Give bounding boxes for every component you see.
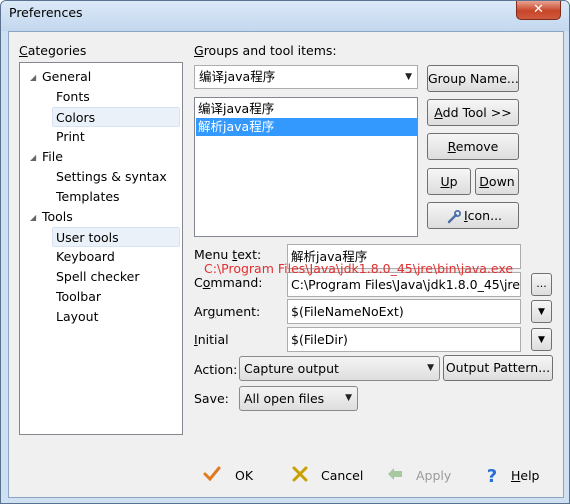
chevron-down-icon: ▼ <box>405 72 412 82</box>
group-select-value: 编译java程序 <box>199 69 276 84</box>
menu-text-label: Menu text: <box>194 247 262 262</box>
up-button[interactable]: Up <box>427 168 471 195</box>
tree-item-general[interactable]: ◢ General <box>30 67 91 87</box>
down-button[interactable]: Down <box>475 168 519 195</box>
arrow-left-icon <box>382 464 408 490</box>
tree-item-layout[interactable]: Layout <box>56 307 99 327</box>
tree-item-templates[interactable]: Templates <box>56 187 120 207</box>
save-select-value: All open files <box>244 391 325 406</box>
cancel-button[interactable]: Cancel <box>287 463 363 489</box>
action-label: Action: <box>194 362 238 377</box>
group-select[interactable]: 编译java程序 ▼ <box>194 65 418 89</box>
initial-menu-button[interactable]: ▼ <box>531 328 552 351</box>
help-question-icon: ? <box>486 465 498 487</box>
tree-item-spell-checker[interactable]: Spell checker <box>56 267 139 287</box>
tool-items-list[interactable]: 编译java程序 解析java程序 <box>194 97 418 237</box>
initial-label: Initial <box>194 332 229 347</box>
close-button[interactable]: ✕ <box>516 1 561 20</box>
tree-item-keyboard[interactable]: Keyboard <box>56 247 115 267</box>
add-tool-button[interactable]: Add Tool >> <box>427 99 519 126</box>
command-overlay-text: C:\Program Files\Java\jdk1.8.0_45\jre\bi… <box>204 261 514 276</box>
chevron-down-icon: ▼ <box>538 335 545 345</box>
tree-item-print[interactable]: Print <box>56 127 85 147</box>
expand-triangle-icon[interactable]: ◢ <box>30 148 36 167</box>
save-label: Save: <box>194 391 229 406</box>
command-label: Command: <box>194 275 263 290</box>
preferences-window: Preferences ✕ Categories ◢ General Fonts Co… <box>0 0 570 504</box>
tree-item-tools[interactable]: ◢ Tools <box>30 207 73 227</box>
list-item[interactable]: 编译java程序 <box>196 100 417 118</box>
list-item[interactable]: 解析java程序 <box>196 118 417 136</box>
tree-item-toolbar[interactable]: Toolbar <box>56 287 101 307</box>
tree-item-fonts[interactable]: Fonts <box>56 87 90 107</box>
cancel-x-icon <box>287 464 313 490</box>
action-select[interactable]: Capture output ▼ <box>239 356 440 381</box>
categories-label: Categories <box>19 43 87 58</box>
group-name-button[interactable]: Group Name... <box>427 65 519 92</box>
categories-tree[interactable]: ◢ General Fonts Colors Print ◢ File Settings & … <box>19 62 183 435</box>
initial-dir-input[interactable]: $(FileDir) <box>287 327 521 352</box>
tree-item-colors[interactable]: Colors <box>52 107 180 127</box>
remove-button[interactable]: Remove <box>427 133 519 160</box>
window-title: Preferences <box>9 5 83 20</box>
output-pattern-button[interactable]: Output Pattern... <box>443 355 553 381</box>
tree-item-settings-syntax[interactable]: Settings & syntax <box>56 167 167 187</box>
tree-item-file[interactable]: ◢ File <box>30 147 63 167</box>
expand-triangle-icon[interactable]: ◢ <box>30 208 36 227</box>
argument-label: Argument: <box>194 304 261 319</box>
chevron-down-icon: ▼ <box>538 307 545 317</box>
apply-button[interactable]: Apply <box>382 463 451 489</box>
browse-command-button[interactable]: ... <box>531 273 552 296</box>
checkmark-icon <box>199 464 225 490</box>
icon-button[interactable]: Icon... <box>427 202 519 229</box>
chevron-down-icon: ▼ <box>345 393 352 403</box>
expand-triangle-icon[interactable]: ◢ <box>30 68 36 87</box>
action-select-value: Capture output <box>244 361 339 376</box>
argument-menu-button[interactable]: ▼ <box>531 300 552 323</box>
title-bar[interactable]: Preferences ✕ <box>1 1 569 31</box>
dialog-client: Categories ◢ General Fonts Colors Print ◢ File… <box>8 31 564 498</box>
save-select[interactable]: All open files ▼ <box>239 386 358 411</box>
wrench-icon <box>444 203 464 228</box>
groups-label: Groups and tool items: <box>194 43 337 58</box>
tree-item-user-tools[interactable]: User tools <box>52 227 180 247</box>
chevron-down-icon: ▼ <box>427 363 434 373</box>
argument-input[interactable]: $(FileNameNoExt) <box>287 299 521 324</box>
help-button[interactable]: ? Help <box>479 463 540 489</box>
ok-button[interactable]: OK <box>199 463 253 489</box>
